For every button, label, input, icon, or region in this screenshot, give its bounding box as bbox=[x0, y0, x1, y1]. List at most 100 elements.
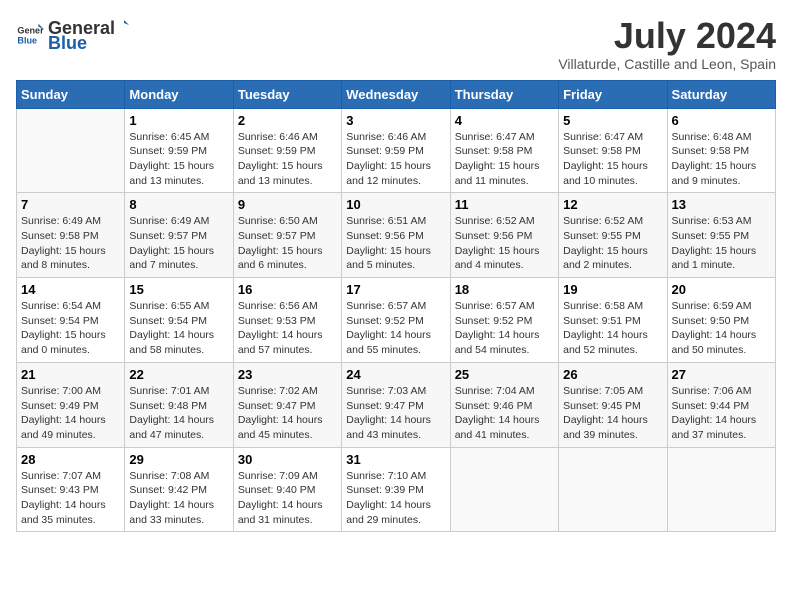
logo-bird-icon bbox=[115, 16, 133, 34]
calendar-cell: 3 Sunrise: 6:46 AM Sunset: 9:59 PM Daylig… bbox=[342, 108, 450, 193]
day-info: Sunrise: 6:58 AM Sunset: 9:51 PM Dayligh… bbox=[563, 299, 662, 358]
day-info: Sunrise: 6:48 AM Sunset: 9:58 PM Dayligh… bbox=[672, 130, 771, 189]
day-info: Sunrise: 6:51 AM Sunset: 9:56 PM Dayligh… bbox=[346, 214, 445, 273]
day-number: 15 bbox=[129, 282, 228, 297]
weekday-header: Saturday bbox=[667, 80, 775, 108]
weekday-header: Thursday bbox=[450, 80, 558, 108]
logo-icon: General Blue bbox=[16, 21, 44, 49]
day-number: 14 bbox=[21, 282, 120, 297]
day-info: Sunrise: 7:05 AM Sunset: 9:45 PM Dayligh… bbox=[563, 384, 662, 443]
calendar-cell: 4Sunrise: 6:47 AM Sunset: 9:58 PM Daylig… bbox=[450, 108, 558, 193]
day-number: 19 bbox=[563, 282, 662, 297]
calendar-cell: 5 Sunrise: 6:47 AM Sunset: 9:58 PM Daylig… bbox=[559, 108, 667, 193]
logo: General Blue General Blue bbox=[16, 16, 134, 54]
day-info: Sunrise: 7:00 AM Sunset: 9:49 PM Dayligh… bbox=[21, 384, 120, 443]
calendar-cell: 15 Sunrise: 6:55 AM Sunset: 9:54 PM Dayli… bbox=[125, 278, 233, 363]
day-info: Sunrise: 7:06 AM Sunset: 9:44 PM Dayligh… bbox=[672, 384, 771, 443]
calendar-cell bbox=[450, 447, 558, 532]
day-number: 22 bbox=[129, 367, 228, 382]
day-number: 5 bbox=[563, 113, 662, 128]
day-number: 25 bbox=[455, 367, 554, 382]
day-info: Sunrise: 7:07 AM Sunset: 9:43 PM Dayligh… bbox=[21, 469, 120, 528]
day-info: Sunrise: 7:03 AM Sunset: 9:47 PM Dayligh… bbox=[346, 384, 445, 443]
day-number: 8 bbox=[129, 197, 228, 212]
day-number: 16 bbox=[238, 282, 337, 297]
weekday-header: Wednesday bbox=[342, 80, 450, 108]
day-info: Sunrise: 7:10 AM Sunset: 9:39 PM Dayligh… bbox=[346, 469, 445, 528]
day-info: Sunrise: 6:53 AM Sunset: 9:55 PM Dayligh… bbox=[672, 214, 771, 273]
calendar-cell: 8 Sunrise: 6:49 AM Sunset: 9:57 PM Daylig… bbox=[125, 193, 233, 278]
calendar-cell: 30 Sunrise: 7:09 AM Sunset: 9:40 PM Dayli… bbox=[233, 447, 341, 532]
day-number: 1 bbox=[129, 113, 228, 128]
calendar-cell: 21 Sunrise: 7:00 AM Sunset: 9:49 PM Dayli… bbox=[17, 362, 125, 447]
svg-text:Blue: Blue bbox=[17, 35, 37, 45]
day-number: 20 bbox=[672, 282, 771, 297]
day-info: Sunrise: 6:55 AM Sunset: 9:54 PM Dayligh… bbox=[129, 299, 228, 358]
weekday-header: Sunday bbox=[17, 80, 125, 108]
day-number: 27 bbox=[672, 367, 771, 382]
day-info: Sunrise: 6:54 AM Sunset: 9:54 PM Dayligh… bbox=[21, 299, 120, 358]
calendar-cell: 17Sunrise: 6:57 AM Sunset: 9:52 PM Dayli… bbox=[342, 278, 450, 363]
day-info: Sunrise: 7:01 AM Sunset: 9:48 PM Dayligh… bbox=[129, 384, 228, 443]
day-number: 18 bbox=[455, 282, 554, 297]
calendar-week-row: 1 Sunrise: 6:45 AM Sunset: 9:59 PM Daylig… bbox=[17, 108, 776, 193]
day-info: Sunrise: 6:50 AM Sunset: 9:57 PM Dayligh… bbox=[238, 214, 337, 273]
day-number: 23 bbox=[238, 367, 337, 382]
day-info: Sunrise: 7:04 AM Sunset: 9:46 PM Dayligh… bbox=[455, 384, 554, 443]
day-number: 21 bbox=[21, 367, 120, 382]
calendar-cell: 16 Sunrise: 6:56 AM Sunset: 9:53 PM Dayli… bbox=[233, 278, 341, 363]
calendar-cell: 31 Sunrise: 7:10 AM Sunset: 9:39 PM Dayli… bbox=[342, 447, 450, 532]
day-number: 11 bbox=[455, 197, 554, 212]
calendar-cell: 29Sunrise: 7:08 AM Sunset: 9:42 PM Dayli… bbox=[125, 447, 233, 532]
day-info: Sunrise: 6:59 AM Sunset: 9:50 PM Dayligh… bbox=[672, 299, 771, 358]
calendar-cell: 11 Sunrise: 6:52 AM Sunset: 9:56 PM Dayli… bbox=[450, 193, 558, 278]
weekday-header: Friday bbox=[559, 80, 667, 108]
day-number: 26 bbox=[563, 367, 662, 382]
weekday-header-row: SundayMondayTuesdayWednesdayThursdayFrid… bbox=[17, 80, 776, 108]
calendar-cell: 6 Sunrise: 6:48 AM Sunset: 9:58 PM Daylig… bbox=[667, 108, 775, 193]
calendar-cell: 9 Sunrise: 6:50 AM Sunset: 9:57 PM Daylig… bbox=[233, 193, 341, 278]
weekday-header: Tuesday bbox=[233, 80, 341, 108]
calendar-week-row: 7Sunrise: 6:49 AM Sunset: 9:58 PM Daylig… bbox=[17, 193, 776, 278]
calendar-week-row: 21 Sunrise: 7:00 AM Sunset: 9:49 PM Dayli… bbox=[17, 362, 776, 447]
title-block: July 2024 Villaturde, Castille and Leon,… bbox=[558, 16, 776, 72]
calendar-cell: 26 Sunrise: 7:05 AM Sunset: 9:45 PM Dayli… bbox=[559, 362, 667, 447]
day-number: 6 bbox=[672, 113, 771, 128]
calendar-week-row: 14 Sunrise: 6:54 AM Sunset: 9:54 PM Dayli… bbox=[17, 278, 776, 363]
calendar-cell: 10 Sunrise: 6:51 AM Sunset: 9:56 PM Dayli… bbox=[342, 193, 450, 278]
day-info: Sunrise: 6:46 AM Sunset: 9:59 PM Dayligh… bbox=[346, 130, 445, 189]
calendar-table: SundayMondayTuesdayWednesdayThursdayFrid… bbox=[16, 80, 776, 533]
day-info: Sunrise: 6:57 AM Sunset: 9:52 PM Dayligh… bbox=[346, 299, 445, 358]
day-info: Sunrise: 6:56 AM Sunset: 9:53 PM Dayligh… bbox=[238, 299, 337, 358]
calendar-cell: 24 Sunrise: 7:03 AM Sunset: 9:47 PM Dayli… bbox=[342, 362, 450, 447]
day-number: 7 bbox=[21, 197, 120, 212]
calendar-cell: 19 Sunrise: 6:58 AM Sunset: 9:51 PM Dayli… bbox=[559, 278, 667, 363]
day-info: Sunrise: 6:47 AM Sunset: 9:58 PM Dayligh… bbox=[455, 130, 554, 189]
calendar-cell: 7Sunrise: 6:49 AM Sunset: 9:58 PM Daylig… bbox=[17, 193, 125, 278]
day-number: 9 bbox=[238, 197, 337, 212]
day-info: Sunrise: 6:49 AM Sunset: 9:57 PM Dayligh… bbox=[129, 214, 228, 273]
day-info: Sunrise: 6:46 AM Sunset: 9:59 PM Dayligh… bbox=[238, 130, 337, 189]
calendar-cell: 22 Sunrise: 7:01 AM Sunset: 9:48 PM Dayli… bbox=[125, 362, 233, 447]
day-info: Sunrise: 7:02 AM Sunset: 9:47 PM Dayligh… bbox=[238, 384, 337, 443]
month-title: July 2024 bbox=[558, 16, 776, 56]
day-number: 28 bbox=[21, 452, 120, 467]
calendar-cell: 13 Sunrise: 6:53 AM Sunset: 9:55 PM Dayli… bbox=[667, 193, 775, 278]
day-info: Sunrise: 6:52 AM Sunset: 9:56 PM Dayligh… bbox=[455, 214, 554, 273]
day-number: 13 bbox=[672, 197, 771, 212]
day-info: Sunrise: 6:52 AM Sunset: 9:55 PM Dayligh… bbox=[563, 214, 662, 273]
day-number: 3 bbox=[346, 113, 445, 128]
day-number: 12 bbox=[563, 197, 662, 212]
day-info: Sunrise: 7:09 AM Sunset: 9:40 PM Dayligh… bbox=[238, 469, 337, 528]
day-number: 31 bbox=[346, 452, 445, 467]
day-info: Sunrise: 6:47 AM Sunset: 9:58 PM Dayligh… bbox=[563, 130, 662, 189]
day-number: 10 bbox=[346, 197, 445, 212]
calendar-cell: 1 Sunrise: 6:45 AM Sunset: 9:59 PM Daylig… bbox=[125, 108, 233, 193]
calendar-cell bbox=[667, 447, 775, 532]
calendar-cell: 27 Sunrise: 7:06 AM Sunset: 9:44 PM Dayli… bbox=[667, 362, 775, 447]
day-number: 30 bbox=[238, 452, 337, 467]
day-number: 24 bbox=[346, 367, 445, 382]
calendar-cell bbox=[559, 447, 667, 532]
calendar-cell: 25 Sunrise: 7:04 AM Sunset: 9:46 PM Dayli… bbox=[450, 362, 558, 447]
day-info: Sunrise: 6:45 AM Sunset: 9:59 PM Dayligh… bbox=[129, 130, 228, 189]
